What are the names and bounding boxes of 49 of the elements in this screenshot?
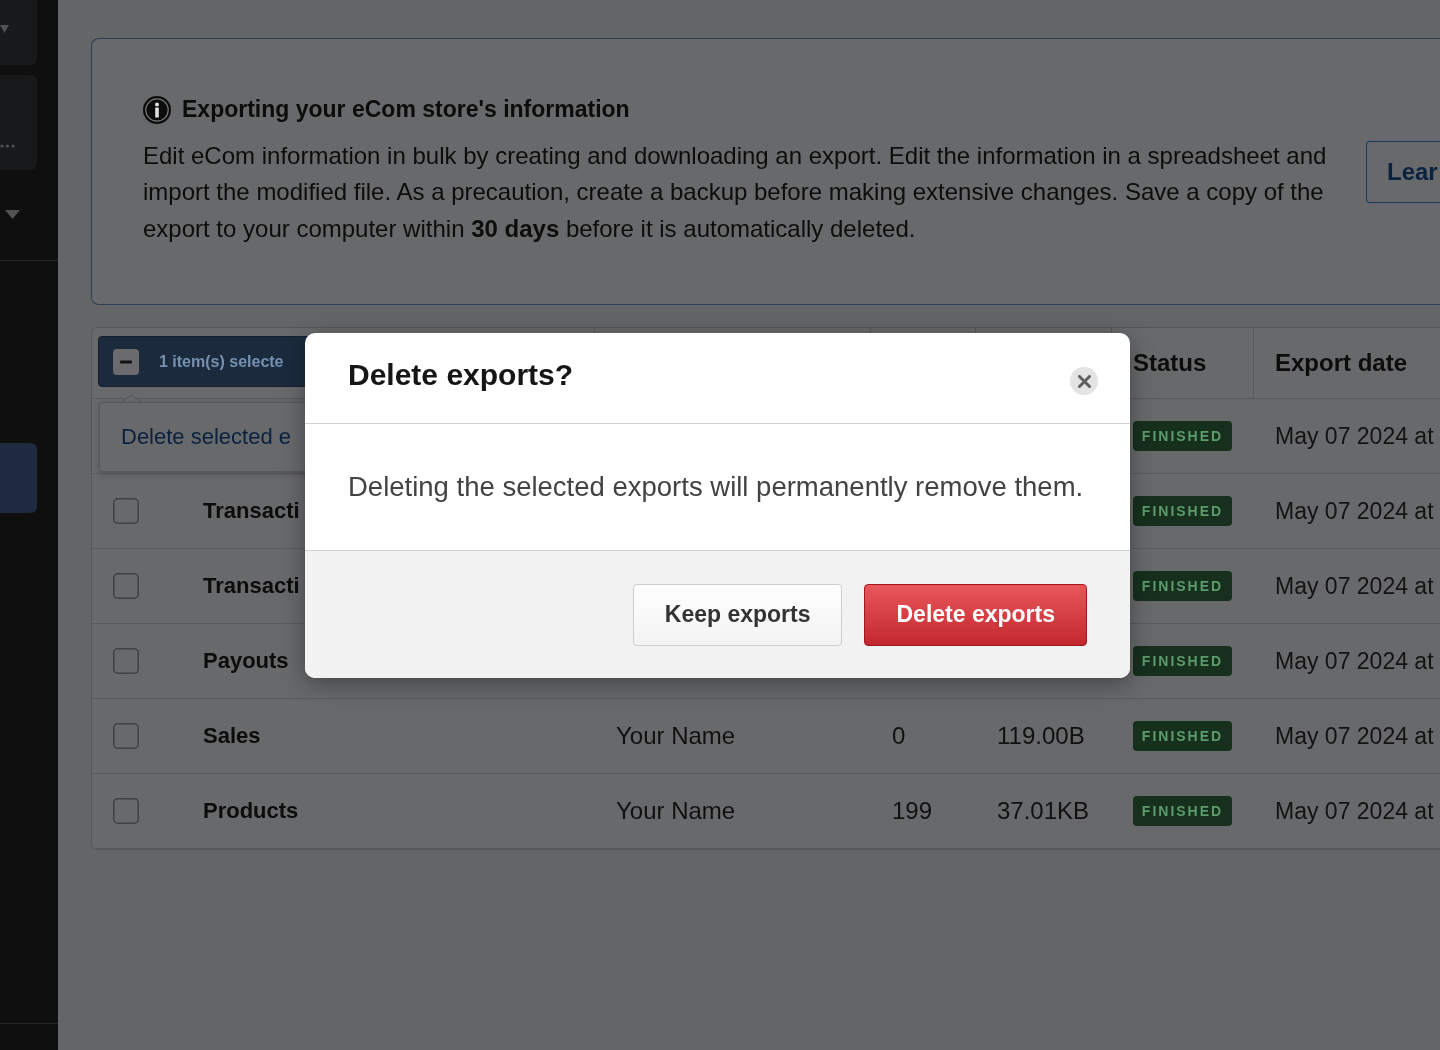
close-icon: [1077, 374, 1091, 388]
keep-exports-button[interactable]: Keep exports: [632, 583, 843, 646]
export-name: Payouts: [203, 648, 289, 674]
info-icon: [143, 95, 171, 124]
selection-count: 1 item(s) selecte: [159, 352, 284, 371]
sidebar-nav-item[interactable]: [0, 443, 37, 513]
table-cell: 199: [892, 797, 933, 825]
caret-down-icon: [0, 25, 9, 33]
export-date: May 07 2024 at: [1275, 722, 1434, 750]
row-checkbox[interactable]: [113, 498, 139, 524]
export-name: Transacti: [203, 498, 300, 524]
banner-title: Exporting your eCom store's information: [182, 96, 630, 124]
dialog-message: Deleting the selected exports will permanently remove them.: [348, 471, 1084, 503]
table-cell: Your Name: [616, 797, 736, 825]
status-badge: FINISHED: [1133, 496, 1232, 526]
column-header[interactable]: Status: [1133, 349, 1207, 377]
column-header[interactable]: Export date: [1275, 349, 1408, 377]
export-date: May 07 2024 at: [1275, 647, 1434, 675]
status-badge: FINISHED: [1133, 571, 1232, 601]
caret-down-icon[interactable]: [5, 210, 20, 219]
delete-selected-link[interactable]: Delete selected e: [121, 424, 291, 450]
row-checkbox[interactable]: [113, 723, 139, 749]
close-button[interactable]: [1070, 367, 1098, 395]
delete-exports-button[interactable]: Delete exports: [864, 583, 1087, 646]
sidebar-dropdown[interactable]: [0, 75, 37, 170]
status-badge: FINISHED: [1133, 646, 1232, 676]
status-badge: FINISHED: [1133, 421, 1232, 451]
sidebar-dropdown[interactable]: [0, 0, 37, 65]
ellipsis-icon: [0, 144, 15, 148]
table-cell: 119.00B: [997, 722, 1085, 750]
banner-description: Edit eCom information in bulk by creating and downloading an export. Edit the information in a spreadsheet and import the modified file. As a precaution, create a backup before making extensive changes. Save a copy of the export to your computer within 30 days before it is automatically deleted.: [143, 140, 1328, 244]
table-cell: 0: [892, 722, 906, 750]
status-badge: FINISHED: [1133, 796, 1232, 826]
export-name: Products: [203, 798, 299, 824]
export-date: May 07 2024 at: [1275, 797, 1434, 825]
export-date: May 07 2024 at: [1275, 497, 1434, 525]
row-checkbox[interactable]: [113, 798, 139, 824]
table-cell: 37.01KB: [997, 797, 1090, 825]
learn-button[interactable]: Lear: [1366, 140, 1440, 203]
table-cell: Your Name: [616, 722, 736, 750]
dialog-title: Delete exports?: [348, 358, 574, 392]
export-name: Transacti: [203, 573, 300, 599]
row-checkbox[interactable]: [113, 573, 139, 599]
select-all-checkbox[interactable]: [113, 348, 139, 375]
status-badge: FINISHED: [1133, 721, 1232, 751]
export-date: May 07 2024 at: [1275, 572, 1434, 600]
export-name: Sales: [203, 723, 261, 749]
export-date: May 07 2024 at: [1275, 422, 1434, 450]
row-checkbox[interactable]: [113, 648, 139, 674]
